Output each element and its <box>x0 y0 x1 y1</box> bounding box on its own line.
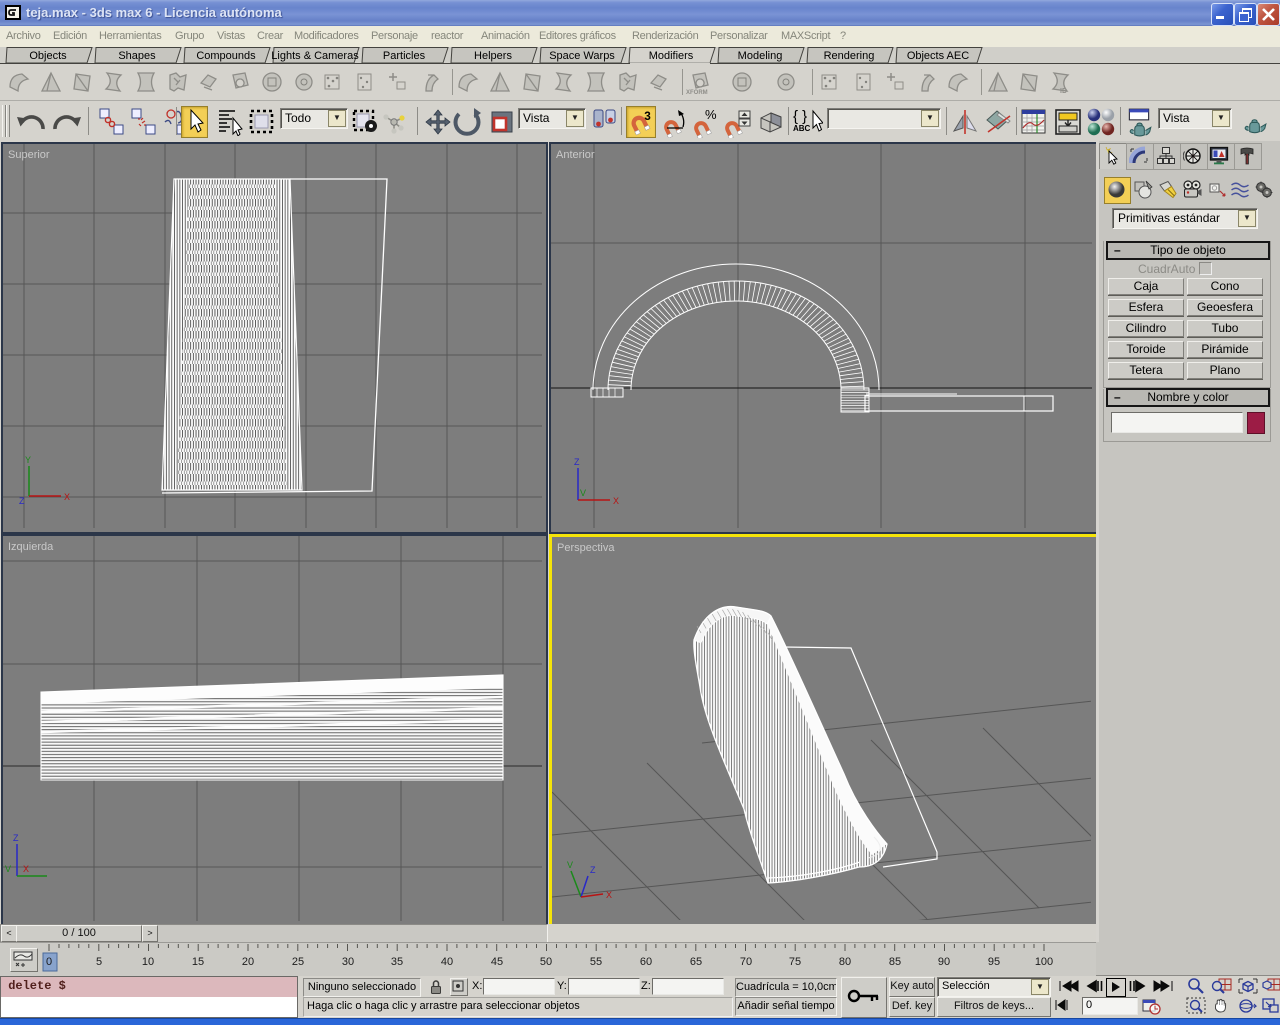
svg-text:25: 25 <box>292 956 304 968</box>
svg-text:30: 30 <box>342 956 354 968</box>
svg-text:V: V <box>580 488 586 498</box>
svg-text:Z: Z <box>19 496 25 506</box>
svg-text:60: 60 <box>640 956 652 968</box>
svg-text:45: 45 <box>491 956 503 968</box>
svg-text:V: V <box>5 864 11 874</box>
svg-text:Particles: Particles <box>383 50 426 62</box>
svg-text:X: X <box>23 864 29 874</box>
svg-text:5: 5 <box>96 956 102 968</box>
svg-text:Modifiers: Modifiers <box>649 50 694 62</box>
svg-text:Lights & Cameras: Lights & Cameras <box>271 50 359 62</box>
svg-text:V: V <box>567 860 573 870</box>
svg-text:3: 3 <box>644 110 651 123</box>
svg-text:Objects: Objects <box>29 50 67 62</box>
svg-text:Compounds: Compounds <box>196 50 256 62</box>
svg-text:65: 65 <box>690 956 702 968</box>
svg-text:75: 75 <box>789 956 801 968</box>
svg-text:0: 0 <box>46 956 52 968</box>
svg-text:40: 40 <box>441 956 453 968</box>
svg-text:X: X <box>613 496 619 506</box>
svg-text:95: 95 <box>988 956 1000 968</box>
svg-text:%: % <box>705 108 717 122</box>
svg-text:Modeling: Modeling <box>738 50 783 62</box>
svg-text:Objects AEC: Objects AEC <box>907 50 969 62</box>
svg-text:Rendering: Rendering <box>824 50 875 62</box>
svg-text:50: 50 <box>540 956 552 968</box>
svg-text:85: 85 <box>889 956 901 968</box>
svg-text:15: 15 <box>192 956 204 968</box>
svg-text:Shapes: Shapes <box>118 50 156 62</box>
svg-text:Z: Z <box>590 865 596 875</box>
svg-text:Space Warps: Space Warps <box>549 50 615 62</box>
svg-text:70: 70 <box>740 956 752 968</box>
svg-text:80: 80 <box>839 956 851 968</box>
svg-text:10: 10 <box>142 956 154 968</box>
svg-text:Z: Z <box>13 833 19 843</box>
svg-text:100: 100 <box>1035 956 1053 968</box>
svg-text:Y: Y <box>25 455 31 465</box>
svg-text:Perspectiva: Perspectiva <box>557 542 615 554</box>
svg-text:X: X <box>606 890 612 900</box>
svg-text:55: 55 <box>590 956 602 968</box>
svg-text:Anterior: Anterior <box>556 149 595 161</box>
svg-text:Superior: Superior <box>8 149 50 161</box>
svg-text:Izquierda: Izquierda <box>8 541 54 553</box>
svg-text:Z: Z <box>574 457 580 467</box>
svg-text:Helpers: Helpers <box>474 50 512 62</box>
svg-text:20: 20 <box>242 956 254 968</box>
svg-text:X: X <box>64 492 70 502</box>
svg-text:35: 35 <box>391 956 403 968</box>
svg-text:90: 90 <box>938 956 950 968</box>
